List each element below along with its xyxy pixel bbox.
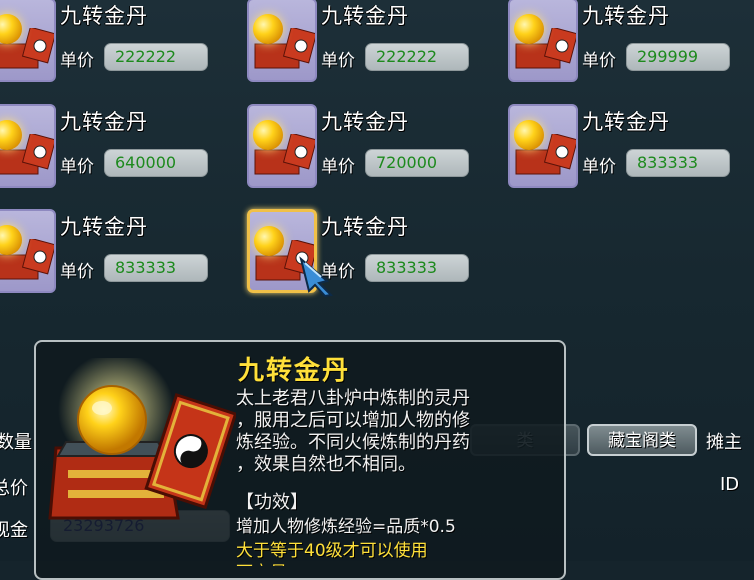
item-thumbnail[interactable]	[0, 104, 56, 188]
item-name: 九转金丹	[60, 215, 148, 239]
golden-pill-icon	[514, 120, 544, 150]
item-cell[interactable]: 九转金丹 单价 222222	[247, 0, 497, 88]
price-label: 单价	[60, 157, 94, 177]
tooltip-effect: 增加人物修炼经验=品质*0.5	[236, 517, 456, 537]
item-name: 九转金丹	[60, 110, 148, 134]
item-cell[interactable]: 九转金丹 单价 222222	[0, 0, 236, 88]
item-cell[interactable]: 九转金丹 单价 640000	[0, 102, 236, 194]
item-price: 720000	[365, 149, 469, 177]
item-price: 222222	[104, 43, 208, 71]
quantity-label: 数量	[0, 432, 32, 453]
item-price: 833333	[365, 254, 469, 282]
price-label: 单价	[60, 51, 94, 71]
item-cell-selected[interactable]: 九转金丹 单价 833333	[247, 207, 497, 299]
item-thumbnail[interactable]	[508, 0, 578, 82]
tooltip-effect-label: 【功效】	[236, 492, 308, 513]
item-price: 640000	[104, 149, 208, 177]
shop-item-grid: 九转金丹 单价 222222 九转金丹 单价 222222 九转金丹 单价 29…	[0, 0, 754, 300]
item-name: 九转金丹	[321, 4, 409, 28]
cash-label: 现金	[0, 520, 28, 541]
price-label: 单价	[60, 262, 94, 282]
golden-pill-icon	[254, 226, 284, 256]
golden-pill-icon	[253, 120, 283, 150]
tooltip-title: 九转金丹	[238, 356, 351, 386]
item-thumbnail[interactable]	[247, 104, 317, 188]
item-name: 九转金丹	[582, 4, 670, 28]
price-label: 单价	[582, 157, 616, 177]
item-price: 222222	[365, 43, 469, 71]
item-thumbnail[interactable]	[0, 0, 56, 82]
item-price: 299999	[626, 43, 730, 71]
price-label: 单价	[582, 51, 616, 71]
golden-pill-box-icon	[48, 358, 236, 520]
treasure-pavilion-category-button[interactable]: 藏宝阁类	[587, 424, 697, 456]
item-name: 九转金丹	[60, 4, 148, 28]
price-label: 单价	[321, 51, 355, 71]
item-name: 九转金丹	[582, 110, 670, 134]
item-cell[interactable]: 九转金丹 单价 720000	[247, 102, 497, 194]
item-thumbnail[interactable]	[508, 104, 578, 188]
item-thumbnail[interactable]	[247, 0, 317, 82]
item-cell[interactable]: 九转金丹 单价 299999	[508, 0, 754, 88]
id-label: ID	[720, 474, 740, 495]
item-name: 九转金丹	[321, 110, 409, 134]
item-cell[interactable]: 九转金丹 单价 833333	[508, 102, 754, 194]
item-tooltip: 九转金丹 太上老君八卦炉中炼制的灵丹 ，服用之后可以增加人物的修 炼经验。不同火…	[34, 340, 566, 580]
price-label: 单价	[321, 157, 355, 177]
golden-pill-icon	[253, 14, 283, 44]
golden-pill-icon	[514, 14, 544, 44]
tooltip-requirement-more: 可交易	[236, 558, 287, 566]
item-cell[interactable]: 九转金丹 单价 833333	[0, 207, 236, 299]
stall-owner-label: 摊主	[706, 432, 742, 453]
item-thumbnail[interactable]	[0, 209, 56, 293]
item-price: 833333	[104, 254, 208, 282]
tooltip-description: 太上老君八卦炉中炼制的灵丹 ，服用之后可以增加人物的修 炼经验。不同火候炼制的丹…	[236, 388, 470, 475]
price-label: 单价	[321, 262, 355, 282]
item-name: 九转金丹	[321, 215, 409, 239]
total-price-label: 总价	[0, 478, 28, 499]
item-price: 833333	[626, 149, 730, 177]
